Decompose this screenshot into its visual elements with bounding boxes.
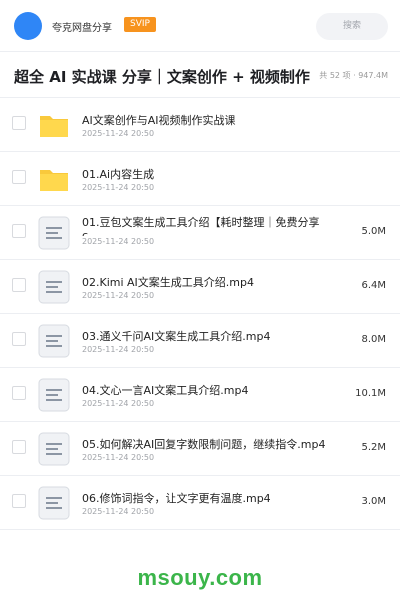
row-checkbox[interactable] <box>12 440 26 454</box>
file-size: 10.1M <box>355 388 386 399</box>
list-item[interactable]: AI文案创作与AI视频制作实战课 2025-11-24 20:50 <box>0 98 400 152</box>
list-item[interactable]: 01.Ai内容生成 2025-11-24 20:50 <box>0 152 400 206</box>
row-checkbox[interactable] <box>12 386 26 400</box>
folder-icon <box>37 162 71 196</box>
document-icon <box>37 378 71 412</box>
file-name: AI文案创作与AI视频制作实战课 <box>82 114 236 127</box>
file-date: 2025-11-24 20:50 <box>82 345 155 354</box>
list-item[interactable]: 06.修饰词指令，让文字更有温度.mp4 2025-11-24 20:50 3.… <box>0 476 400 530</box>
file-count-meta: 共 52 项 · 947.4M <box>319 71 388 80</box>
avatar[interactable] <box>14 12 42 40</box>
file-size: 5.2M <box>361 442 386 453</box>
file-name: 01.豆包文案生成工具介绍【耗时整理｜免费分享 c... <box>82 216 320 236</box>
list-item[interactable]: 05.如何解决AI回复字数限制问题，继续指令.mp4 2025-11-24 20… <box>0 422 400 476</box>
file-size: 8.0M <box>361 334 386 345</box>
file-name: 02.Kimi AI文案生成工具介绍.mp4 <box>82 276 254 289</box>
file-date: 2025-11-24 20:50 <box>82 291 155 300</box>
file-date: 2025-11-24 20:50 <box>82 129 155 138</box>
svip-badge: SVIP <box>124 17 156 32</box>
document-icon <box>37 486 71 520</box>
document-icon <box>37 216 71 250</box>
brand-name: 夸克网盘分享 <box>52 23 112 34</box>
row-checkbox[interactable] <box>12 170 26 184</box>
list-item[interactable]: 03.通义千问AI文案生成工具介绍.mp4 2025-11-24 20:50 8… <box>0 314 400 368</box>
list-item[interactable]: 04.文心一言AI文案工具介绍.mp4 2025-11-24 20:50 10.… <box>0 368 400 422</box>
page-title: 超全 AI 实战课 分享｜文案创作 + 视频制作 <box>14 68 310 86</box>
file-name: 03.通义千问AI文案生成工具介绍.mp4 <box>82 330 271 343</box>
folder-icon <box>37 108 71 142</box>
file-date: 2025-11-24 20:50 <box>82 237 155 246</box>
list-item[interactable]: 02.Kimi AI文案生成工具介绍.mp4 2025-11-24 20:50 … <box>0 260 400 314</box>
file-list: AI文案创作与AI视频制作实战课 2025-11-24 20:50 01.Ai内… <box>0 98 400 530</box>
file-size: 5.0M <box>361 226 386 237</box>
row-checkbox[interactable] <box>12 224 26 238</box>
row-checkbox[interactable] <box>12 494 26 508</box>
top-header: 夸克网盘分享 SVIP 搜索 <box>0 0 400 52</box>
file-name: 06.修饰词指令，让文字更有温度.mp4 <box>82 492 271 505</box>
row-checkbox[interactable] <box>12 332 26 346</box>
row-checkbox[interactable] <box>12 278 26 292</box>
row-checkbox[interactable] <box>12 116 26 130</box>
search-input[interactable]: 搜索 <box>316 13 388 40</box>
site-watermark: msouy.com <box>137 565 263 590</box>
file-size: 3.0M <box>361 496 386 507</box>
file-name: 01.Ai内容生成 <box>82 168 155 181</box>
file-date: 2025-11-24 20:50 <box>82 183 155 192</box>
share-title-row: 超全 AI 实战课 分享｜文案创作 + 视频制作 共 52 项 · 947.4M <box>0 52 400 98</box>
list-item[interactable]: 01.豆包文案生成工具介绍【耗时整理｜免费分享 c... 2025-11-24 … <box>0 206 400 260</box>
file-date: 2025-11-24 20:50 <box>82 399 155 408</box>
document-icon <box>37 270 71 304</box>
document-icon <box>37 432 71 466</box>
file-size: 6.4M <box>361 280 386 291</box>
file-name: 05.如何解决AI回复字数限制问题，继续指令.mp4 <box>82 438 326 451</box>
file-date: 2025-11-24 20:50 <box>82 507 155 516</box>
file-name: 04.文心一言AI文案工具介绍.mp4 <box>82 384 249 397</box>
document-icon <box>37 324 71 358</box>
file-date: 2025-11-24 20:50 <box>82 453 155 462</box>
